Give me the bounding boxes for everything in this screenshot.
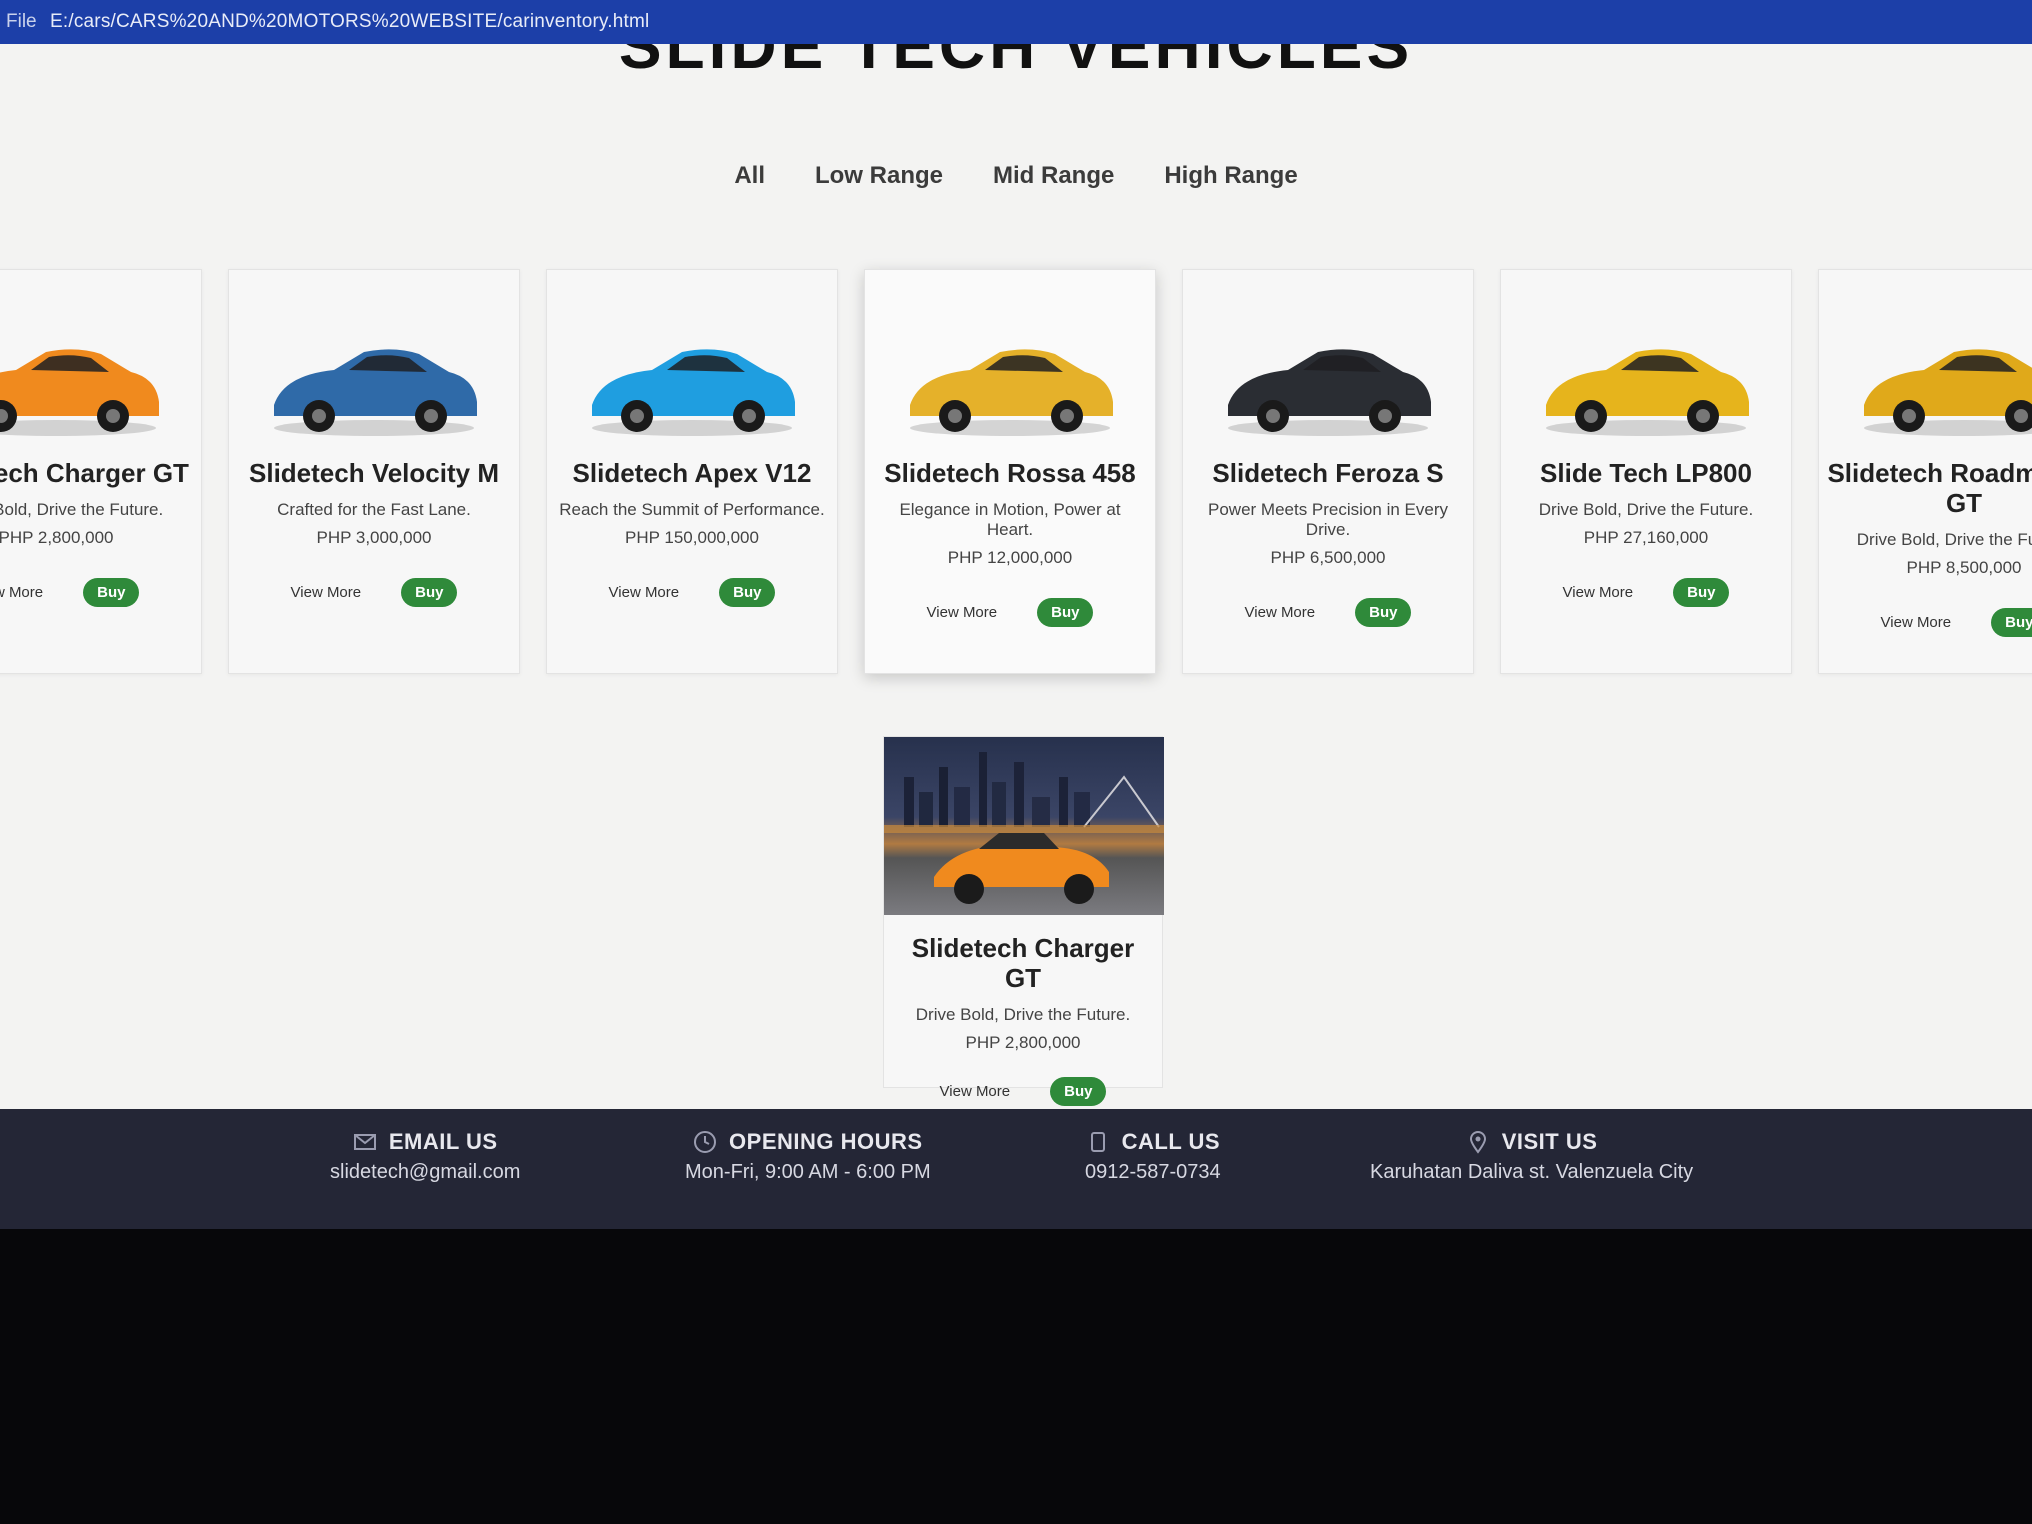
call-label: CALL US (1121, 1129, 1221, 1154)
url-text[interactable]: E:/cars/CARS%20AND%20MOTORS%20WEBSITE/ca… (50, 11, 649, 33)
view-more-button[interactable]: View More (609, 584, 680, 601)
car-image (865, 270, 1155, 440)
card-title: Slidetech Velocity M (249, 458, 499, 488)
buy-button[interactable]: Buy (719, 578, 776, 607)
car-image (1501, 270, 1791, 440)
car-image (547, 270, 837, 440)
car-icon (1228, 349, 1431, 436)
call-value[interactable]: 0912-587-0734 (1085, 1161, 1221, 1184)
car-icon (0, 349, 159, 436)
card-tagline: Drive Bold, Drive the Future. (1856, 530, 2032, 549)
vehicle-card[interactable]: Slidetech Roadmaster GT Drive Bold, Driv… (1818, 269, 2032, 674)
page-content: SLIDE TECH VEHICLES All Low Range Mid Ra… (0, 44, 2032, 1109)
footer-email: EMAIL US slidetech@gmail.com (330, 1129, 520, 1184)
vehicle-card-featured[interactable]: Slidetech Charger GT Drive Bold, Drive t… (883, 736, 1164, 1106)
clock-icon (694, 1131, 717, 1153)
car-image (1819, 270, 2032, 440)
vehicle-card[interactable]: Slidetech Charger GT Drive Bold, Drive t… (0, 269, 202, 674)
card-tagline: Crafted for the Fast Lane. (277, 500, 471, 519)
view-more-button[interactable]: View More (940, 1083, 1011, 1100)
card-tagline: Elegance in Motion, Power at Heart. (899, 500, 1121, 539)
footer-visit: VISIT US Karuhatan Daliva st. Valenzuela… (1370, 1129, 1693, 1184)
card-tagline: Reach the Summit of Performance. (559, 500, 825, 519)
mail-icon (353, 1134, 376, 1150)
filter-all[interactable]: All (734, 162, 765, 190)
buy-button[interactable]: Buy (1050, 1077, 1107, 1106)
car-icon (274, 349, 477, 436)
hours-value: Mon-Fri, 9:00 AM - 6:00 PM (685, 1161, 931, 1183)
card-title: Slidetech Charger GT (0, 458, 189, 488)
location-pin-icon (1469, 1131, 1486, 1154)
footer-hours: OPENING HOURS Mon-Fri, 9:00 AM - 6:00 PM (685, 1129, 931, 1184)
footer-call: CALL US 0912-587-0734 (1085, 1129, 1221, 1184)
card-price: PHP 8,500,000 (1906, 558, 2022, 577)
card-price: PHP 12,000,000 (947, 548, 1073, 567)
vehicle-card[interactable]: Slidetech Rossa 458 Elegance in Motion, … (864, 269, 1156, 674)
buy-button[interactable]: Buy (401, 578, 458, 607)
buy-button[interactable]: Buy (1355, 598, 1412, 627)
monitor-bezel (0, 1229, 2032, 1524)
visit-value: Karuhatan Daliva st. Valenzuela City (1370, 1161, 1694, 1183)
page-title: SLIDE TECH VEHICLES (618, 44, 1414, 82)
card-price: PHP 6,500,000 (1270, 548, 1386, 567)
view-more-button[interactable]: View More (0, 584, 43, 601)
car-image (229, 270, 519, 440)
car-icon (1546, 349, 1749, 436)
city-car-photo (884, 737, 1164, 915)
file-label: File (6, 11, 37, 32)
email-value[interactable]: slidetech@gmail.com (330, 1161, 520, 1184)
site-footer: EMAIL US slidetech@gmail.com OPENING HOU… (0, 1109, 2032, 1229)
card-title: Slide Tech LP800 (1540, 458, 1752, 488)
buy-button[interactable]: Buy (83, 578, 140, 607)
card-title: Slidetech Roadmaster GT (1827, 458, 2032, 518)
card-title: Slidetech Charger GT (911, 933, 1135, 993)
buy-button[interactable]: Buy (1991, 608, 2032, 637)
card-price: PHP 2,800,000 (0, 528, 114, 547)
email-label: EMAIL US (388, 1129, 498, 1154)
filter-low-range[interactable]: Low Range (815, 162, 943, 190)
buy-button[interactable]: Buy (1037, 598, 1094, 627)
car-icon (1864, 349, 2032, 436)
car-image (1183, 270, 1473, 440)
address-bar[interactable]: File E:/cars/CARS%20AND%20MOTORS%20WEBSI… (0, 0, 2032, 44)
vehicle-cards: Slidetech Charger GT Drive Bold, Drive t… (0, 269, 2032, 674)
filter-high-range[interactable]: High Range (1164, 162, 1297, 190)
filter-tabs: All Low Range Mid Range High Range (0, 162, 2032, 190)
car-image (0, 270, 201, 440)
vehicle-card[interactable]: Slidetech Apex V12 Reach the Summit of P… (546, 269, 838, 674)
vehicle-card[interactable]: Slidetech Feroza S Power Meets Precision… (1182, 269, 1474, 674)
card-price: PHP 150,000,000 (625, 528, 759, 547)
card-price: PHP 27,160,000 (1583, 528, 1709, 547)
car-icon (592, 349, 795, 436)
view-more-button[interactable]: View More (1881, 614, 1952, 631)
view-more-button[interactable]: View More (927, 604, 998, 621)
card-tagline: Power Meets Precision in Every Drive. (1208, 500, 1448, 539)
vehicle-card[interactable]: Slidetech Velocity M Crafted for the Fas… (228, 269, 520, 674)
visit-label: VISIT US (1501, 1129, 1598, 1154)
card-tagline: Drive Bold, Drive the Future. (915, 1005, 1131, 1024)
card-title: Slidetech Apex V12 (572, 458, 812, 488)
phone-icon (1090, 1132, 1105, 1152)
view-more-button[interactable]: View More (291, 584, 362, 601)
card-tagline: Drive Bold, Drive the Future. (0, 500, 164, 519)
card-price: PHP 2,800,000 (965, 1033, 1081, 1052)
view-more-button[interactable]: View More (1563, 584, 1634, 601)
vehicle-card[interactable]: Slide Tech LP800 Drive Bold, Drive the F… (1500, 269, 1792, 674)
buy-button[interactable]: Buy (1673, 578, 1730, 607)
card-price: PHP 3,000,000 (316, 528, 432, 547)
card-title: Slidetech Feroza S (1212, 458, 1444, 488)
view-more-button[interactable]: View More (1245, 604, 1316, 621)
card-tagline: Drive Bold, Drive the Future. (1538, 500, 1754, 519)
filter-mid-range[interactable]: Mid Range (993, 162, 1114, 190)
hours-label: OPENING HOURS (729, 1129, 923, 1154)
car-icon (910, 349, 1113, 436)
card-title: Slidetech Rossa 458 (884, 458, 1136, 488)
